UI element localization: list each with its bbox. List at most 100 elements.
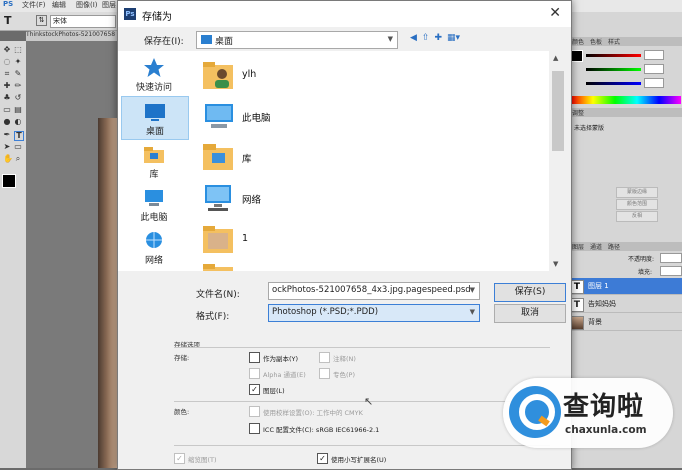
sidebar-item-quick-access[interactable]: 快速访问 <box>121 53 187 95</box>
icc-label: ICC 配置文件(C): sRGB IEC61966-2.1 <box>263 426 380 434</box>
scroll-thumb[interactable] <box>552 71 564 151</box>
tab-channels[interactable]: 通道 <box>590 242 602 251</box>
save-button[interactable]: 保存(S) <box>494 283 566 302</box>
list-item[interactable]: 1 <box>200 221 400 257</box>
back-icon[interactable]: ◀ <box>410 33 417 43</box>
menu-edit[interactable]: 编辑 <box>52 0 66 10</box>
computer-icon <box>145 190 163 206</box>
gradient-tool-icon[interactable]: ▤ <box>14 106 22 114</box>
adjust-title: 调整 <box>572 110 585 117</box>
green-value-field[interactable] <box>644 64 664 74</box>
shape-tool-icon[interactable]: ▭ <box>14 143 22 151</box>
blue-slider[interactable] <box>586 82 641 85</box>
path-select-icon[interactable]: ➤ <box>3 143 11 151</box>
cancel-button[interactable]: 取消 <box>494 304 566 323</box>
proof-checkbox[interactable] <box>249 406 260 417</box>
marquee-tool-icon[interactable]: ⬚ <box>14 46 22 54</box>
as-copy-checkbox[interactable] <box>249 352 260 363</box>
menu-layer[interactable]: 图层 <box>102 0 116 10</box>
list-item[interactable] <box>200 259 400 271</box>
list-item[interactable]: 库 <box>200 139 400 175</box>
history-brush-icon[interactable]: ↺ <box>14 94 22 102</box>
tab-styles[interactable]: 样式 <box>608 37 620 46</box>
spot-checkbox[interactable] <box>319 368 330 379</box>
foreground-color-swatch[interactable] <box>2 174 16 188</box>
sidebar-label: 此电脑 <box>140 213 168 223</box>
brush-tool-icon[interactable]: ✏ <box>14 82 22 90</box>
mask-edge-button[interactable]: 蒙版边缘 <box>616 187 658 198</box>
type-tool-icon[interactable]: T <box>14 131 24 141</box>
scroll-up-icon[interactable]: ▲ <box>553 54 558 62</box>
pen-tool-icon[interactable]: ✒ <box>3 131 11 139</box>
zoom-tool-icon[interactable]: ⌕ <box>14 155 22 163</box>
format-dropdown[interactable]: Photoshop (*.PSD;*.PDD) ▼ <box>268 304 480 322</box>
list-item[interactable]: ylh <box>200 57 400 93</box>
thumbnail-label: 缩览图(T) <box>188 456 217 464</box>
font-family-field[interactable]: 宋体 <box>50 15 116 28</box>
layer-name: 图层 1 <box>588 282 609 290</box>
sidebar-item-network[interactable]: 网络 <box>121 226 187 268</box>
tab-color[interactable]: 颜色 <box>572 37 584 46</box>
ps-logo-menu: PS <box>3 0 14 8</box>
filename-input[interactable]: ockPhotos-521007658_4x3.jpg.pagespeed.ps… <box>268 282 480 300</box>
alpha-checkbox[interactable] <box>249 368 260 379</box>
color-ramp[interactable] <box>571 96 681 104</box>
icc-checkbox[interactable] <box>249 423 260 434</box>
up-folder-icon[interactable]: ⇧ <box>422 33 430 43</box>
opacity-field[interactable] <box>660 253 682 263</box>
fill-field[interactable] <box>660 266 682 276</box>
new-folder-icon[interactable]: ✚ <box>434 33 442 43</box>
layer-row[interactable]: 背景 <box>568 314 682 331</box>
desktop-icon <box>145 104 165 121</box>
blue-value-field[interactable] <box>644 78 664 88</box>
orientation-icon[interactable]: ⇅ <box>36 15 47 26</box>
move-tool-icon[interactable]: ✥ <box>3 46 11 54</box>
lowercase-ext-label: 使用小写扩展名(U) <box>331 456 387 464</box>
stamp-tool-icon[interactable]: ♣ <box>3 94 11 102</box>
library-icon <box>144 147 164 163</box>
menu-image[interactable]: 图像(I) <box>76 0 98 10</box>
layer-row[interactable]: T 图层 1 <box>568 278 682 295</box>
healing-tool-icon[interactable]: ✚ <box>3 82 11 90</box>
lowercase-ext-checkbox[interactable]: ✓ <box>317 453 328 464</box>
layer-row[interactable]: T 告知妈妈 <box>568 296 682 313</box>
library-folder-icon <box>203 144 233 170</box>
red-slider[interactable] <box>586 54 641 57</box>
magic-wand-icon[interactable]: ✦ <box>14 58 22 66</box>
fg-color-chip[interactable] <box>571 50 583 62</box>
hand-tool-icon[interactable]: ✋ <box>3 155 13 163</box>
menu-file[interactable]: 文件(F) <box>22 0 46 10</box>
scroll-down-icon[interactable]: ▼ <box>553 260 558 268</box>
sidebar-item-desktop[interactable]: 桌面 <box>121 96 189 140</box>
view-menu-icon[interactable]: ▦▾ <box>447 33 460 43</box>
save-in-dropdown[interactable]: 桌面 ▼ <box>196 31 398 49</box>
text-layer-icon: T <box>570 298 584 312</box>
close-icon[interactable]: ✕ <box>549 5 561 21</box>
eyedropper-icon[interactable]: ✎ <box>14 70 22 78</box>
lasso-tool-icon[interactable]: ◌ <box>3 58 11 66</box>
file-list-scrollbar[interactable]: ▲ ▼ <box>549 51 567 271</box>
notes-checkbox[interactable] <box>319 352 330 363</box>
tab-layers[interactable]: 图层 <box>572 242 584 251</box>
tab-paths[interactable]: 路径 <box>608 242 620 251</box>
invert-button[interactable]: 反相 <box>616 211 658 222</box>
list-item[interactable]: 此电脑 <box>200 98 400 134</box>
green-slider[interactable] <box>586 68 641 71</box>
file-name: 库 <box>242 154 252 165</box>
crop-tool-icon[interactable]: ⌗ <box>3 70 11 78</box>
tab-swatches[interactable]: 色板 <box>590 37 602 46</box>
blur-tool-icon[interactable]: ● <box>3 118 11 126</box>
red-value-field[interactable] <box>644 50 664 60</box>
list-item[interactable]: 网络 <box>200 180 400 216</box>
layers-checkbox[interactable]: ✓ <box>249 384 260 395</box>
layers-label: 图层(L) <box>263 387 285 395</box>
sidebar-item-library[interactable]: 库 <box>121 140 187 182</box>
filename-label: 文件名(N): <box>196 290 240 300</box>
save-in-value: 桌面 <box>215 37 234 47</box>
font-family-value: 宋体 <box>53 17 67 25</box>
eraser-tool-icon[interactable]: ▭ <box>3 106 11 114</box>
sidebar-item-this-pc[interactable]: 此电脑 <box>121 183 187 225</box>
thumbnail-checkbox[interactable]: ✓ <box>174 453 185 464</box>
dodge-tool-icon[interactable]: ◐ <box>14 118 22 126</box>
color-range-button[interactable]: 颜色范围 <box>616 199 658 210</box>
